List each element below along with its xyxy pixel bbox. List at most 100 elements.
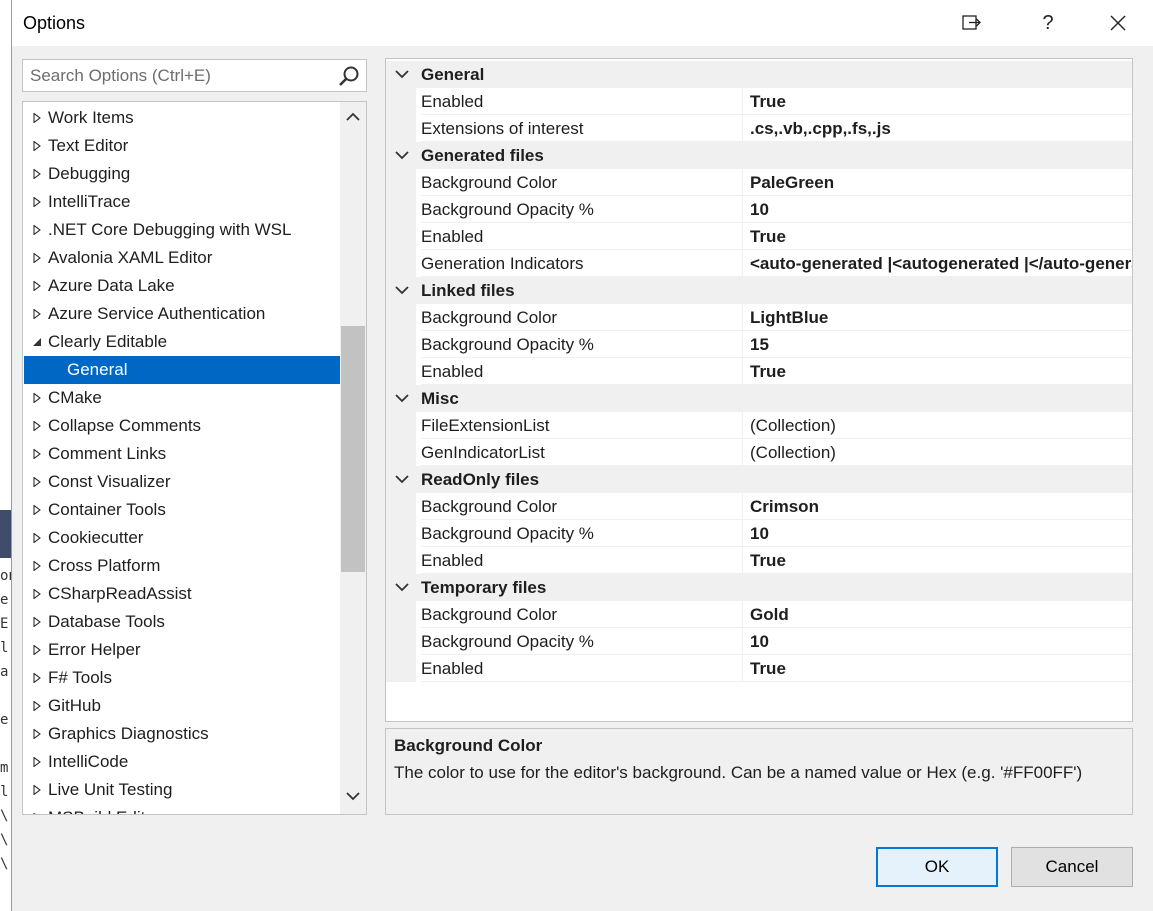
collapsed-arrow-icon[interactable] bbox=[32, 785, 42, 795]
category-header[interactable]: Misc bbox=[386, 385, 1132, 412]
property-name[interactable]: Background Opacity % bbox=[421, 331, 743, 358]
tree-item-collapse-comments[interactable]: Collapse Comments bbox=[24, 412, 340, 440]
category-header[interactable]: Linked files bbox=[386, 277, 1132, 304]
collapsed-arrow-icon[interactable] bbox=[32, 421, 42, 431]
property-name[interactable]: Enabled bbox=[421, 88, 743, 115]
tree-scrollbar[interactable] bbox=[340, 102, 366, 814]
collapsed-arrow-icon[interactable] bbox=[32, 197, 42, 207]
property-row[interactable]: Background Opacity % 10 bbox=[386, 196, 1132, 223]
tree-item-graphics-diagnostics[interactable]: Graphics Diagnostics bbox=[24, 720, 340, 748]
tree-item-f-tools[interactable]: F# Tools bbox=[24, 664, 340, 692]
collapsed-arrow-icon[interactable] bbox=[32, 225, 42, 235]
help-button[interactable]: ? bbox=[1025, 0, 1071, 46]
property-name[interactable]: Background Color bbox=[421, 169, 743, 196]
property-row[interactable]: Background Opacity % 15 bbox=[386, 331, 1132, 358]
chevron-down-icon[interactable] bbox=[395, 582, 409, 592]
property-name[interactable]: Extensions of interest bbox=[421, 115, 743, 142]
property-value[interactable]: .cs,.vb,.cpp,.fs,.js bbox=[742, 115, 1132, 142]
property-name[interactable]: Background Opacity % bbox=[421, 628, 743, 655]
collapsed-arrow-icon[interactable] bbox=[32, 645, 42, 655]
property-name[interactable]: FileExtensionList bbox=[421, 412, 743, 439]
property-row[interactable]: Background Opacity % 10 bbox=[386, 520, 1132, 547]
options-tree[interactable]: Work Items Text Editor Debugging IntelliTra… bbox=[22, 101, 367, 815]
property-value[interactable]: 15 bbox=[742, 331, 1132, 358]
tree-item-work-items[interactable]: Work Items bbox=[24, 104, 340, 132]
property-row[interactable]: Enabled True bbox=[386, 358, 1132, 385]
property-name[interactable]: Background Color bbox=[421, 601, 743, 628]
tree-item-azure-service-authentication[interactable]: Azure Service Authentication bbox=[24, 300, 340, 328]
collapsed-arrow-icon[interactable] bbox=[32, 673, 42, 683]
property-row[interactable]: Background Opacity % 10 bbox=[386, 628, 1132, 655]
collapsed-arrow-icon[interactable] bbox=[32, 309, 42, 319]
collapsed-arrow-icon[interactable] bbox=[32, 589, 42, 599]
property-value[interactable]: Gold bbox=[742, 601, 1132, 628]
collapsed-arrow-icon[interactable] bbox=[32, 281, 42, 291]
chevron-down-icon[interactable] bbox=[395, 474, 409, 484]
property-row[interactable]: Enabled True bbox=[386, 655, 1132, 682]
tree-item-general[interactable]: General bbox=[24, 356, 340, 384]
property-row[interactable]: GenIndicatorList (Collection) bbox=[386, 439, 1132, 466]
property-value[interactable]: True bbox=[742, 358, 1132, 385]
collapsed-arrow-icon[interactable] bbox=[32, 113, 42, 123]
property-name[interactable]: Background Color bbox=[421, 304, 743, 331]
scrollbar-thumb[interactable] bbox=[341, 326, 365, 572]
tree-item-avalonia-xaml-editor[interactable]: Avalonia XAML Editor bbox=[24, 244, 340, 272]
collapsed-arrow-icon[interactable] bbox=[32, 169, 42, 179]
property-name[interactable]: Background Color bbox=[421, 493, 743, 520]
scroll-down-icon[interactable] bbox=[346, 792, 360, 801]
property-name[interactable]: GenIndicatorList bbox=[421, 439, 743, 466]
property-value[interactable]: PaleGreen bbox=[742, 169, 1132, 196]
tree-item-net-core-debugging-with-wsl[interactable]: .NET Core Debugging with WSL bbox=[24, 216, 340, 244]
pin-window-button[interactable] bbox=[949, 0, 995, 46]
property-grid[interactable]: General Enabled True Extensions of interest… bbox=[385, 58, 1133, 722]
collapsed-arrow-icon[interactable] bbox=[32, 141, 42, 151]
tree-item-azure-data-lake[interactable]: Azure Data Lake bbox=[24, 272, 340, 300]
property-value[interactable]: 10 bbox=[742, 520, 1132, 547]
collapsed-arrow-icon[interactable] bbox=[32, 449, 42, 459]
search-icon[interactable] bbox=[338, 65, 360, 87]
tree-item-database-tools[interactable]: Database Tools bbox=[24, 608, 340, 636]
tree-item-cross-platform[interactable]: Cross Platform bbox=[24, 552, 340, 580]
tree-item-cmake[interactable]: CMake bbox=[24, 384, 340, 412]
collapsed-arrow-icon[interactable] bbox=[32, 253, 42, 263]
property-value[interactable]: <auto-generated |<autogenerated |</auto-… bbox=[742, 250, 1132, 277]
search-input[interactable] bbox=[23, 60, 333, 91]
property-value[interactable]: Crimson bbox=[742, 493, 1132, 520]
tree-item-msbuild-editor[interactable]: MSBuild Editor bbox=[24, 804, 340, 815]
collapsed-arrow-icon[interactable] bbox=[32, 617, 42, 627]
tree-item-error-helper[interactable]: Error Helper bbox=[24, 636, 340, 664]
property-value[interactable]: (Collection) bbox=[742, 412, 1132, 439]
property-value[interactable]: True bbox=[742, 655, 1132, 682]
property-value[interactable]: True bbox=[742, 223, 1132, 250]
property-name[interactable]: Background Opacity % bbox=[421, 196, 743, 223]
scroll-up-icon[interactable] bbox=[346, 112, 360, 121]
property-row[interactable]: Extensions of interest .cs,.vb,.cpp,.fs,.… bbox=[386, 115, 1132, 142]
property-row[interactable]: Enabled True bbox=[386, 88, 1132, 115]
property-name[interactable]: Generation Indicators bbox=[421, 250, 743, 277]
property-row[interactable]: Background Color Gold bbox=[386, 601, 1132, 628]
collapsed-arrow-icon[interactable] bbox=[32, 813, 42, 815]
expanded-arrow-icon[interactable] bbox=[32, 337, 42, 347]
tree-item-text-editor[interactable]: Text Editor bbox=[24, 132, 340, 160]
property-value[interactable]: 10 bbox=[742, 628, 1132, 655]
collapsed-arrow-icon[interactable] bbox=[32, 505, 42, 515]
property-value[interactable]: 10 bbox=[742, 196, 1132, 223]
property-name[interactable]: Enabled bbox=[421, 358, 743, 385]
chevron-down-icon[interactable] bbox=[395, 393, 409, 403]
category-header[interactable]: ReadOnly files bbox=[386, 466, 1132, 493]
chevron-down-icon[interactable] bbox=[395, 285, 409, 295]
collapsed-arrow-icon[interactable] bbox=[32, 533, 42, 543]
category-header[interactable]: General bbox=[386, 61, 1132, 88]
collapsed-arrow-icon[interactable] bbox=[32, 729, 42, 739]
collapsed-arrow-icon[interactable] bbox=[32, 757, 42, 767]
property-row[interactable]: FileExtensionList (Collection) bbox=[386, 412, 1132, 439]
property-row[interactable]: Background Color PaleGreen bbox=[386, 169, 1132, 196]
property-row[interactable]: Background Color Crimson bbox=[386, 493, 1132, 520]
property-name[interactable]: Background Opacity % bbox=[421, 520, 743, 547]
tree-item-debugging[interactable]: Debugging bbox=[24, 160, 340, 188]
chevron-down-icon[interactable] bbox=[395, 69, 409, 79]
tree-item-intellicode[interactable]: IntelliCode bbox=[24, 748, 340, 776]
property-value[interactable]: (Collection) bbox=[742, 439, 1132, 466]
property-row[interactable]: Generation Indicators <auto-generated |<a… bbox=[386, 250, 1132, 277]
tree-item-cookiecutter[interactable]: Cookiecutter bbox=[24, 524, 340, 552]
